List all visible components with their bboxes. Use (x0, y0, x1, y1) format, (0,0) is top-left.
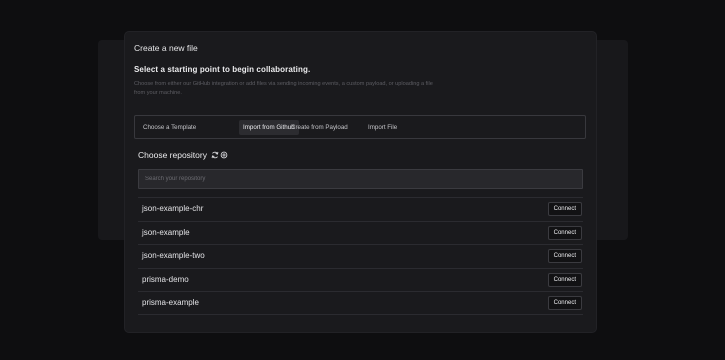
connect-button[interactable]: Connect (547, 225, 582, 240)
connect-button[interactable]: Connect (547, 272, 582, 287)
tab-create-payload[interactable]: Create from Payload (287, 120, 352, 135)
connect-button[interactable]: Connect (547, 202, 582, 216)
connect-button[interactable]: Connect (547, 296, 582, 311)
repository-row: json-example Connect (138, 220, 583, 245)
repository-name: prisma-example (142, 298, 199, 308)
repository-heading: Choose repository (138, 150, 228, 160)
repository-row: json-example-chr Connect (138, 197, 583, 221)
repository-name: json-example-two (142, 251, 205, 261)
refresh-icon[interactable] (211, 151, 219, 159)
repository-list: json-example-chr Connect json-example Co… (138, 197, 583, 315)
dialog-subtitle: Select a starting point to begin collabo… (134, 65, 311, 74)
repository-search-input[interactable] (138, 169, 583, 189)
create-file-dialog: Create a new file Select a starting poin… (125, 32, 596, 332)
dialog-title: Create a new file (134, 43, 198, 53)
tab-choose-template[interactable]: Choose a Template (139, 120, 200, 135)
repository-row: json-example-two Connect (138, 244, 583, 268)
dialog-description: Choose from either our GitHub integratio… (134, 81, 433, 97)
source-tabs: Choose a Template Import from Github Cre… (134, 115, 586, 139)
connect-button[interactable]: Connect (547, 249, 582, 264)
repository-row: prisma-demo Connect (138, 267, 583, 292)
repository-row: prisma-example Connect (138, 291, 583, 315)
repository-name: json-example (142, 227, 190, 237)
settings-icon[interactable] (220, 151, 228, 159)
repository-name: json-example-chr (142, 204, 204, 213)
tab-import-file[interactable]: Import File (364, 120, 401, 135)
repository-name: prisma-demo (142, 274, 189, 284)
repository-heading-label: Choose repository (138, 150, 207, 160)
